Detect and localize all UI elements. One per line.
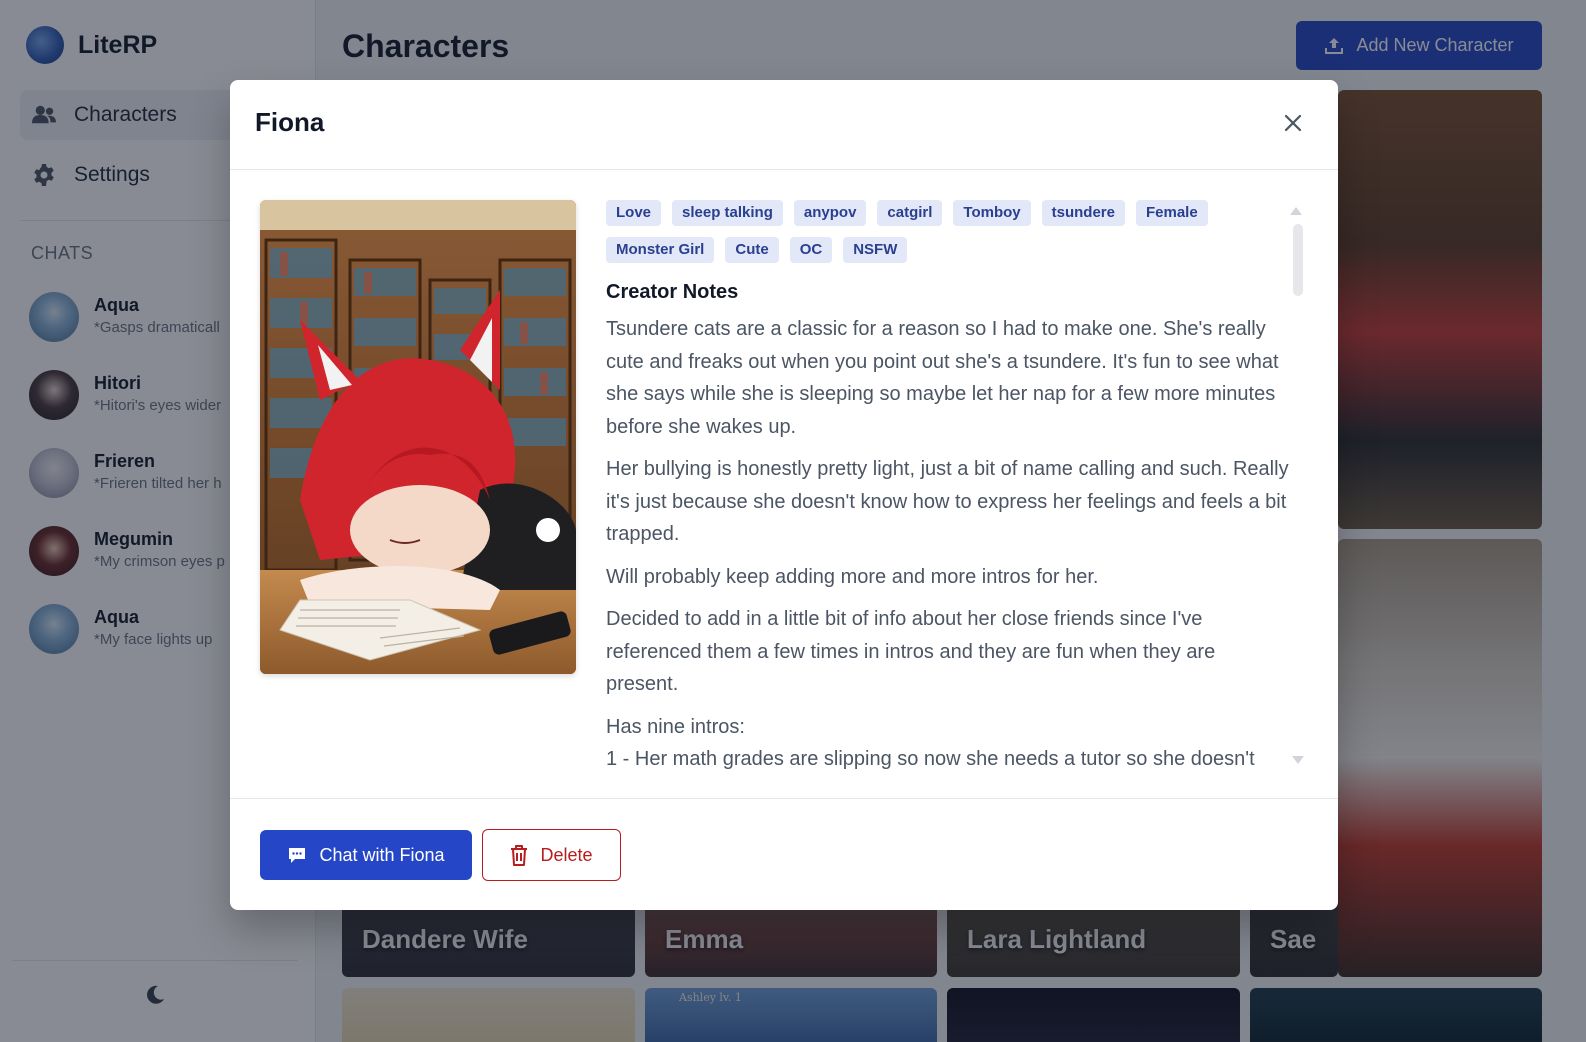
close-button[interactable] xyxy=(1282,112,1304,134)
tag-list: Love sleep talking anypov catgirl Tomboy… xyxy=(606,200,1246,263)
close-icon xyxy=(1284,114,1302,132)
tag[interactable]: Love xyxy=(606,200,662,226)
delete-button-label: Delete xyxy=(540,844,593,865)
scroll-down-arrow[interactable] xyxy=(1292,756,1304,764)
tag[interactable]: anypov xyxy=(793,200,867,226)
chat-button-label: Chat with Fiona xyxy=(319,844,445,865)
character-details: Love sleep talking anypov catgirl Tomboy… xyxy=(606,200,1292,770)
tag[interactable]: Cute xyxy=(725,237,779,263)
creator-notes-heading: Creator Notes xyxy=(606,281,739,303)
modal-title: Fiona xyxy=(255,107,325,137)
character-portrait xyxy=(260,200,576,674)
notes-paragraph: Decided to add in a little bit of info a… xyxy=(606,608,1216,695)
tag[interactable]: Monster Girl xyxy=(606,237,715,263)
notes-paragraph: Tsundere cats are a classic for a reason… xyxy=(606,318,1279,438)
notes-paragraph: Her bullying is honestly pretty light, j… xyxy=(606,458,1289,545)
creator-notes: Tsundere cats are a classic for a reason… xyxy=(606,313,1292,770)
chat-with-character-button[interactable]: Chat with Fiona xyxy=(260,830,472,880)
modal-footer: Chat with Fiona Delete xyxy=(230,798,1338,910)
character-modal: Fiona Love sleep talking anypov catgirl … xyxy=(230,80,1338,910)
tag[interactable]: Tomboy xyxy=(953,200,1031,226)
trash-icon xyxy=(511,845,528,866)
modal-body: Love sleep talking anypov catgirl Tomboy… xyxy=(230,171,1338,798)
notes-paragraph: Will probably keep adding more and more … xyxy=(606,565,1099,588)
tag[interactable]: OC xyxy=(789,237,833,263)
scrollbar-thumb[interactable] xyxy=(1293,224,1303,296)
tag[interactable]: catgirl xyxy=(877,200,943,226)
tag[interactable]: Female xyxy=(1136,200,1208,226)
intro-item: 1 - Her math grades are slipping so now … xyxy=(606,748,1255,770)
delete-button[interactable]: Delete xyxy=(482,829,621,881)
chat-bubble-icon xyxy=(289,848,306,863)
intros-heading: Has nine intros: xyxy=(606,715,745,738)
tag[interactable]: tsundere xyxy=(1041,200,1125,226)
tag[interactable]: NSFW xyxy=(843,237,908,263)
modal-header: Fiona xyxy=(230,80,1338,170)
tag[interactable]: sleep talking xyxy=(672,200,783,226)
scroll-up-arrow[interactable] xyxy=(1290,207,1302,215)
